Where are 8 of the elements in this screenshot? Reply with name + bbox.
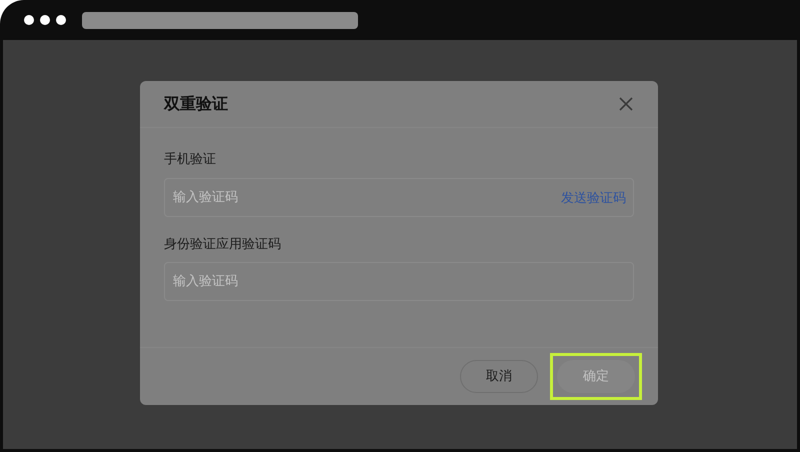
- field-label: 手机验证: [164, 151, 217, 169]
- window-dots-icon: [24, 15, 66, 25]
- send-code-link[interactable]: 发送验证码: [561, 188, 626, 208]
- cancel-button[interactable]: 取消: [460, 360, 538, 393]
- dialog-title: 双重验证: [164, 93, 228, 115]
- code-input-field[interactable]: 输入验证码: [164, 262, 634, 301]
- close-icon[interactable]: [618, 96, 634, 112]
- field-label: 身份验证应用验证码: [164, 236, 282, 254]
